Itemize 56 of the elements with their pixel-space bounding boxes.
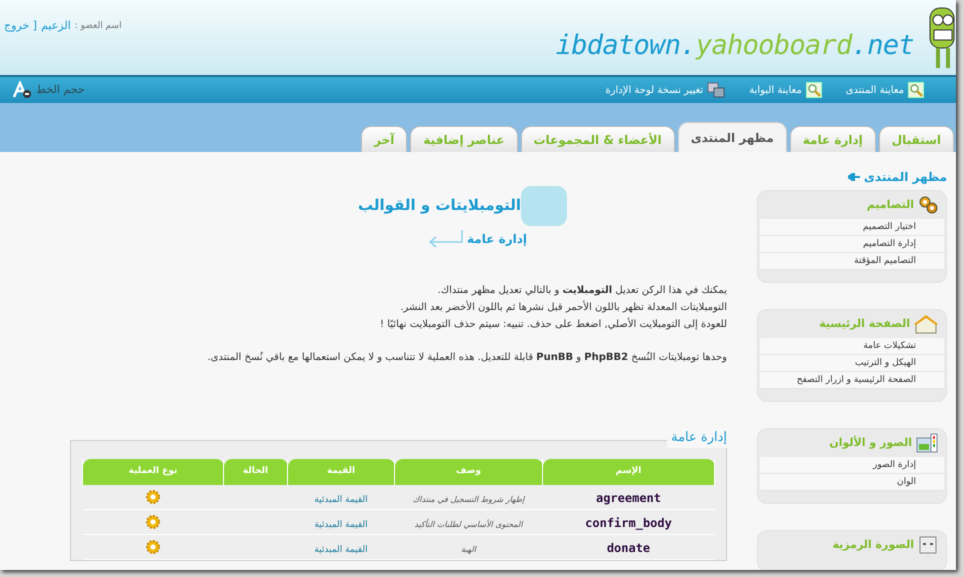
font-size-label: حجم الخط [36, 82, 85, 98]
table-cell: donate [606, 541, 650, 555]
toolbar-link[interactable]: معاينة البوابة [749, 82, 822, 98]
sidebar-item[interactable]: الوان [760, 474, 944, 491]
arrow-icon [848, 173, 860, 181]
column-header: الإسم [542, 458, 714, 484]
description-text: التومبلايتات المعدلة تظهر باللون الأحمر قبل نشرها ثم باللون الأخضر بعد النشر. [399, 300, 727, 315]
column-header: وصف [394, 458, 542, 484]
windows-icon [707, 82, 726, 98]
nav-tab[interactable]: مظهر المنتدى [678, 122, 787, 152]
value-link[interactable]: القيمة المبدئية [314, 545, 368, 555]
user-label: اسم العضو : [74, 20, 122, 32]
logout-link[interactable]: [ خروج [4, 18, 38, 34]
house-icon [914, 314, 938, 334]
sidebar-heading-link[interactable]: مظهر المنتدى [848, 168, 947, 186]
font-size-icon[interactable] [12, 81, 32, 99]
table-cell: confirm_body [585, 516, 672, 530]
value-link[interactable]: القيمة المبدئية [314, 494, 368, 505]
sidebar-section-title: الصور و الألوان [829, 434, 912, 451]
column-header: الحالة [224, 458, 288, 484]
magnifier-icon [908, 82, 924, 98]
magnifier-icon [806, 82, 822, 98]
toolbar-link[interactable]: تغيير نسخة لوحة الإدارة [605, 82, 726, 98]
sidebar-item[interactable]: تشكيلات عامة [760, 338, 944, 355]
sidebar-item[interactable]: إدارة التصاميم [760, 236, 944, 253]
sidebar-section-title: الصورة الرمزية [832, 536, 914, 553]
gear-icon[interactable] [145, 488, 161, 505]
table-cell: الهبة [460, 545, 476, 554]
column-header: نوع العملية [82, 458, 224, 484]
mask-icon [918, 535, 938, 555]
sidebar-item[interactable]: الصفحة الرئيسية و ازرار التصفح [760, 372, 944, 389]
title-highlight [521, 186, 567, 226]
sidebar-item[interactable]: التصاميم المؤقتة [760, 253, 944, 270]
palette-icon [916, 433, 938, 453]
table-legend: إدارة عامة [667, 428, 727, 448]
sidebar-item[interactable]: اختيار التصميم [760, 219, 944, 236]
page-title: التومبلايتات و القوالب [358, 195, 521, 216]
sidebar-section-title: التصاميم [866, 196, 914, 213]
return-arrow-icon [427, 230, 464, 248]
username-link[interactable]: الزعيم [41, 18, 71, 34]
column-header: القيمة [288, 458, 394, 484]
sidebar-item[interactable]: الهيكل و الترتيب [760, 355, 944, 372]
sidebar-item[interactable]: إدارة الصور [760, 457, 944, 474]
sidebar-section-title: الصفحة الرئيسية [819, 316, 910, 332]
gear-icon[interactable] [145, 514, 161, 530]
toolbar-link[interactable]: معاينة المنتدى [846, 82, 924, 98]
description-text: للعودة إلى التومبلايت الأصلي, اضغط على حذف. تنبيه: سيتم حذف التومبلايت نهائيًا ! [379, 316, 727, 332]
site-title: ibdatown.yahooboard.net [556, 28, 914, 63]
page-subtitle: إدارة عامة [467, 231, 527, 248]
table-cell: إظهار شروط التسجيل في منتداك [412, 494, 524, 504]
table-cell: agreement [596, 490, 662, 505]
table-cell: المحتوى الأساسي لطلبات التأكيد [414, 520, 523, 529]
gear-icon[interactable] [145, 539, 161, 555]
description-text: يمكنك في هذا الركن تعديل التومبلايت و بالتالي تعديل مظهر منتداك. [436, 284, 727, 298]
value-link[interactable]: القيمة المبدئية [314, 520, 368, 530]
gears-icon [918, 195, 938, 215]
